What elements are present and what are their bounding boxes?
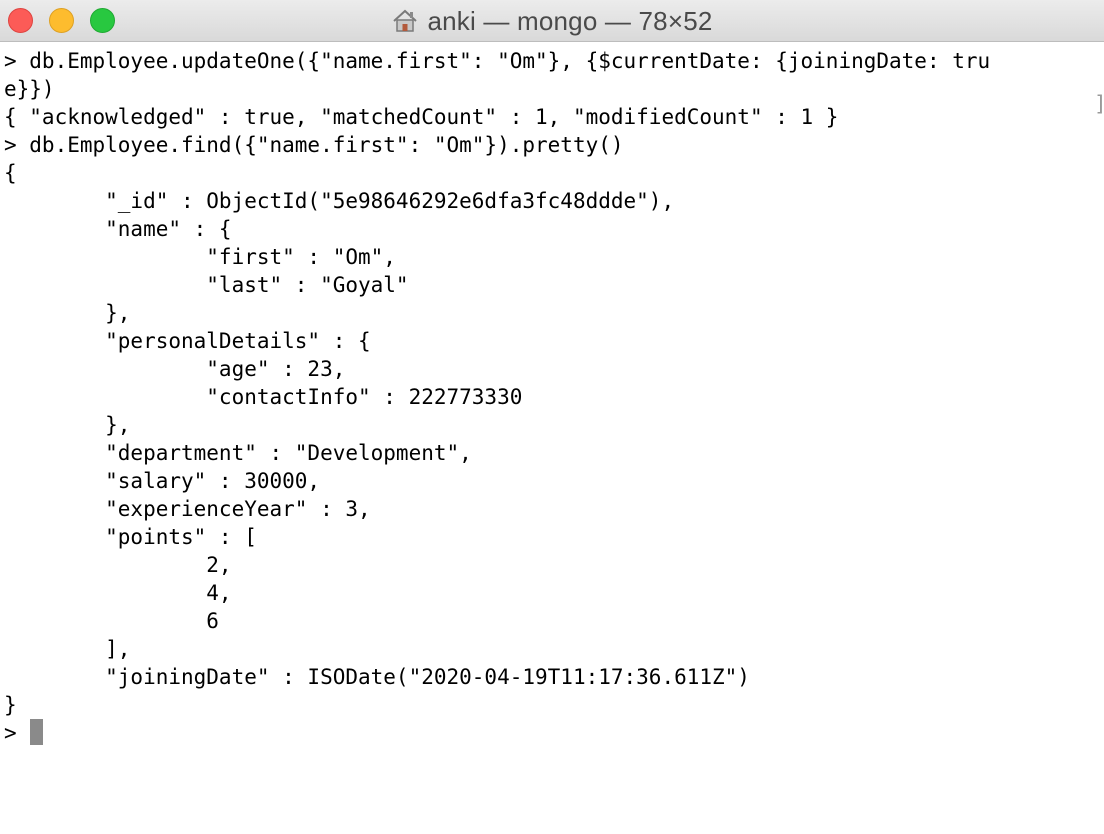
terminal-line: "joiningDate" : ISODate("2020-04-19T11:1…: [4, 665, 750, 689]
maximize-button[interactable]: [90, 8, 115, 33]
terminal-line: "points" : [: [4, 525, 257, 549]
terminal-line: > db.Employee.find({"name.first": "Om"})…: [4, 133, 624, 157]
terminal-line: "personalDetails" : {: [4, 329, 371, 353]
terminal-line: "department" : "Development",: [4, 441, 472, 465]
terminal-line: > db.Employee.updateOne({"name.first": "…: [4, 49, 991, 73]
terminal-line: "_id" : ObjectId("5e98646292e6dfa3fc48dd…: [4, 189, 675, 213]
minimize-button[interactable]: [49, 8, 74, 33]
prompt-line[interactable]: >: [4, 719, 44, 747]
terminal-line: "contactInfo" : 222773330: [4, 385, 523, 409]
terminal-line: },: [4, 413, 131, 437]
terminal-line: {: [4, 161, 17, 185]
terminal-line: },: [4, 301, 131, 325]
terminal-line: { "acknowledged" : true, "matchedCount" …: [4, 105, 839, 129]
terminal-line: "experienceYear" : 3,: [4, 497, 371, 521]
terminal-line: ],: [4, 637, 131, 661]
terminal-window: anki — mongo — 78×52 > db.Employee.updat…: [0, 0, 1104, 834]
terminal-line: 4,: [4, 581, 232, 605]
terminal-output[interactable]: > db.Employee.updateOne({"name.first": "…: [0, 42, 1104, 834]
terminal-line: "name" : {: [4, 217, 232, 241]
terminal-line: }: [4, 693, 17, 717]
terminal-line: "age" : 23,: [4, 357, 346, 381]
terminal-line: "salary" : 30000,: [4, 469, 321, 493]
scroll-marker: ]: [1094, 90, 1104, 118]
terminal-line: 6: [4, 609, 219, 633]
home-icon: [391, 7, 419, 35]
window-title: anki — mongo — 78×52: [427, 5, 713, 36]
terminal-line: 2,: [4, 553, 232, 577]
terminal-line: "first" : "Om",: [4, 245, 396, 269]
title-bar[interactable]: anki — mongo — 78×52: [0, 0, 1104, 42]
close-button[interactable]: [8, 8, 33, 33]
terminal-line: e}}): [4, 77, 55, 101]
prompt-symbol: >: [4, 721, 30, 745]
terminal-line: "last" : "Goyal": [4, 273, 409, 297]
text-cursor: [30, 719, 44, 745]
